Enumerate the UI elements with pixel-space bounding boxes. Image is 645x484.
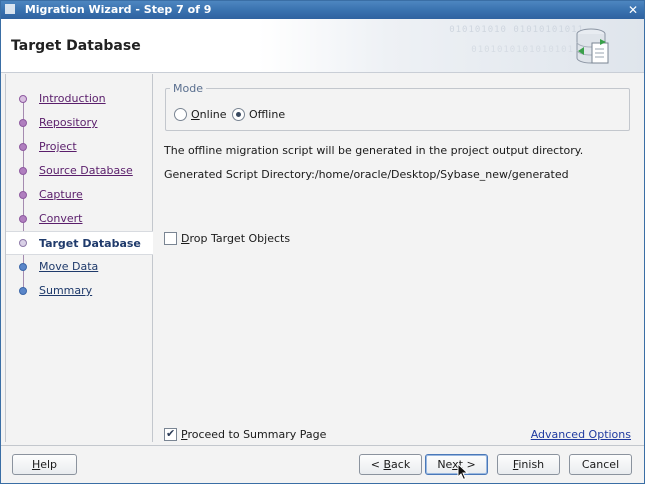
offline-radio[interactable] [232, 108, 245, 121]
header-binary-decoration: 010101010 01010101011 [449, 25, 584, 35]
step-label[interactable]: Source Database [39, 164, 133, 177]
proceed-summary-label[interactable]: Proceed to Summary Page [181, 428, 326, 441]
wizard-content: Mode Online Offline The offline migratio… [154, 74, 644, 442]
proceed-label-rest: roceed to Summary Page [187, 428, 327, 441]
back-mnemonic: B [383, 458, 392, 471]
step-move-data[interactable]: Move Data [6, 256, 153, 278]
step-current-icon [19, 239, 27, 247]
step-label[interactable]: Capture [39, 188, 83, 201]
step-convert[interactable]: Convert [6, 208, 153, 230]
online-label-rest: nline [199, 108, 227, 121]
step-pending-icon [19, 263, 27, 271]
offline-radio-label[interactable]: Offline [249, 108, 285, 121]
title-bar[interactable]: Migration Wizard - Step 7 of 9 ✕ [1, 1, 644, 19]
online-radio-label[interactable]: Online [191, 108, 227, 121]
page-title: Target Database [11, 38, 141, 54]
step-completed-icon [19, 119, 27, 127]
step-source-database[interactable]: Source Database [6, 160, 153, 182]
offline-info-text: The offline migration script will be gen… [164, 144, 584, 157]
step-completed-icon [19, 191, 27, 199]
back-button[interactable]: < Back [359, 454, 422, 475]
online-radio[interactable] [174, 108, 187, 121]
finish-button[interactable]: Finish [497, 454, 560, 475]
migration-wizard-window: Migration Wizard - Step 7 of 9 ✕ 0101010… [0, 0, 645, 484]
database-icon [576, 28, 609, 64]
step-label[interactable]: Move Data [39, 260, 98, 273]
step-completed-icon [19, 215, 27, 223]
step-completed-icon [19, 95, 27, 103]
mode-legend: Mode [170, 82, 206, 95]
wizard-header: 010101010 01010101011 0101010101010101 T… [1, 19, 644, 73]
wizard-footer: Help < Back Next > Finish Cancel [1, 445, 644, 483]
step-completed-icon [19, 167, 27, 175]
step-label[interactable]: Target Database [39, 237, 141, 250]
step-project[interactable]: Project [6, 136, 153, 158]
step-pending-icon [19, 287, 27, 295]
online-mnemonic: O [191, 108, 200, 121]
finish-label-rest: inish [518, 458, 545, 471]
header-binary-decoration-2: 0101010101010101 [471, 45, 574, 55]
step-label[interactable]: Project [39, 140, 77, 153]
close-icon[interactable]: ✕ [626, 3, 640, 17]
help-label-rest: elp [40, 458, 58, 471]
step-capture[interactable]: Capture [6, 184, 153, 206]
back-label-rest: ack [391, 458, 411, 471]
window-icon [5, 4, 15, 14]
step-completed-icon [19, 143, 27, 151]
step-repository[interactable]: Repository [6, 112, 153, 134]
help-button[interactable]: Help [12, 454, 77, 475]
proceed-summary-checkbox[interactable] [164, 427, 177, 441]
offline-label-rest: ine [268, 108, 286, 121]
next-label-pre: Ne [437, 458, 453, 471]
step-label[interactable]: Introduction [39, 92, 106, 105]
advanced-options-link[interactable]: Advanced Options [531, 428, 631, 441]
step-label[interactable]: Repository [39, 116, 98, 129]
step-summary[interactable]: Summary [6, 280, 153, 302]
step-label[interactable]: Convert [39, 212, 83, 225]
cancel-button[interactable]: Cancel [569, 454, 632, 475]
back-label-pre: < [370, 458, 384, 471]
window-title: Migration Wizard - Step 7 of 9 [24, 3, 212, 16]
step-label[interactable]: Summary [39, 284, 92, 297]
drop-label-rest: rop Target Objects [189, 232, 291, 245]
script-directory-text: Generated Script Directory:/home/oracle/… [164, 168, 569, 181]
offline-label-pre: Off [249, 108, 269, 121]
step-introduction[interactable]: Introduction [6, 88, 153, 110]
mouse-cursor-icon [457, 463, 469, 481]
help-mnemonic: H [31, 458, 41, 471]
wizard-steps-panel: Introduction Repository Project Source D… [5, 74, 153, 442]
drop-target-objects-label[interactable]: Drop Target Objects [181, 232, 290, 245]
step-target-database[interactable]: Target Database [6, 231, 153, 255]
drop-target-objects-checkbox[interactable] [164, 232, 177, 245]
